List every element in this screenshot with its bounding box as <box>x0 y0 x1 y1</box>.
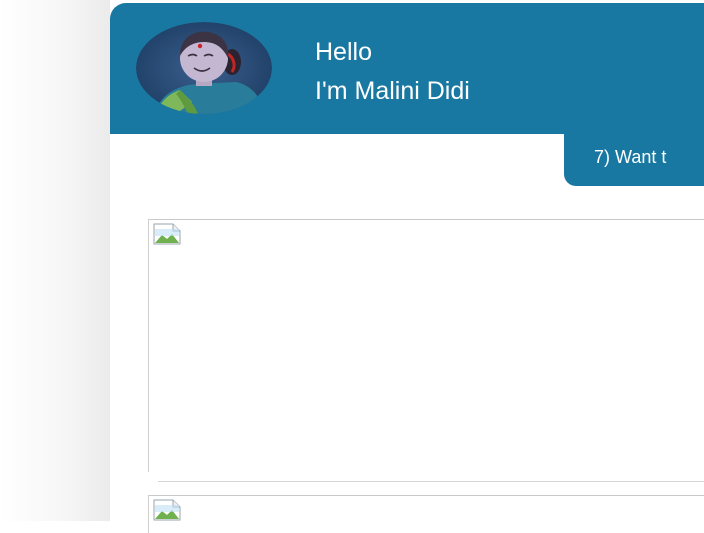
question-tab[interactable]: 7) Want t <box>564 134 704 186</box>
divider <box>158 481 704 482</box>
page-background <box>0 0 110 521</box>
broken-image-icon <box>153 223 181 245</box>
greeting-line-hello: Hello <box>315 38 372 66</box>
question-tab-label: 7) Want t <box>594 147 667 167</box>
chat-card: Hello I'm Malini Didi 7) Want t <box>110 3 704 533</box>
image-placeholder-1 <box>148 219 704 472</box>
image-placeholder-2 <box>148 495 704 533</box>
chat-header: Hello I'm Malini Didi <box>110 3 704 134</box>
broken-image-icon <box>153 499 181 521</box>
greeting-line-name: I'm Malini Didi <box>315 77 470 105</box>
grandmother-avatar-icon <box>136 22 272 114</box>
greeting-text: Hello I'm Malini Didi <box>315 33 470 111</box>
